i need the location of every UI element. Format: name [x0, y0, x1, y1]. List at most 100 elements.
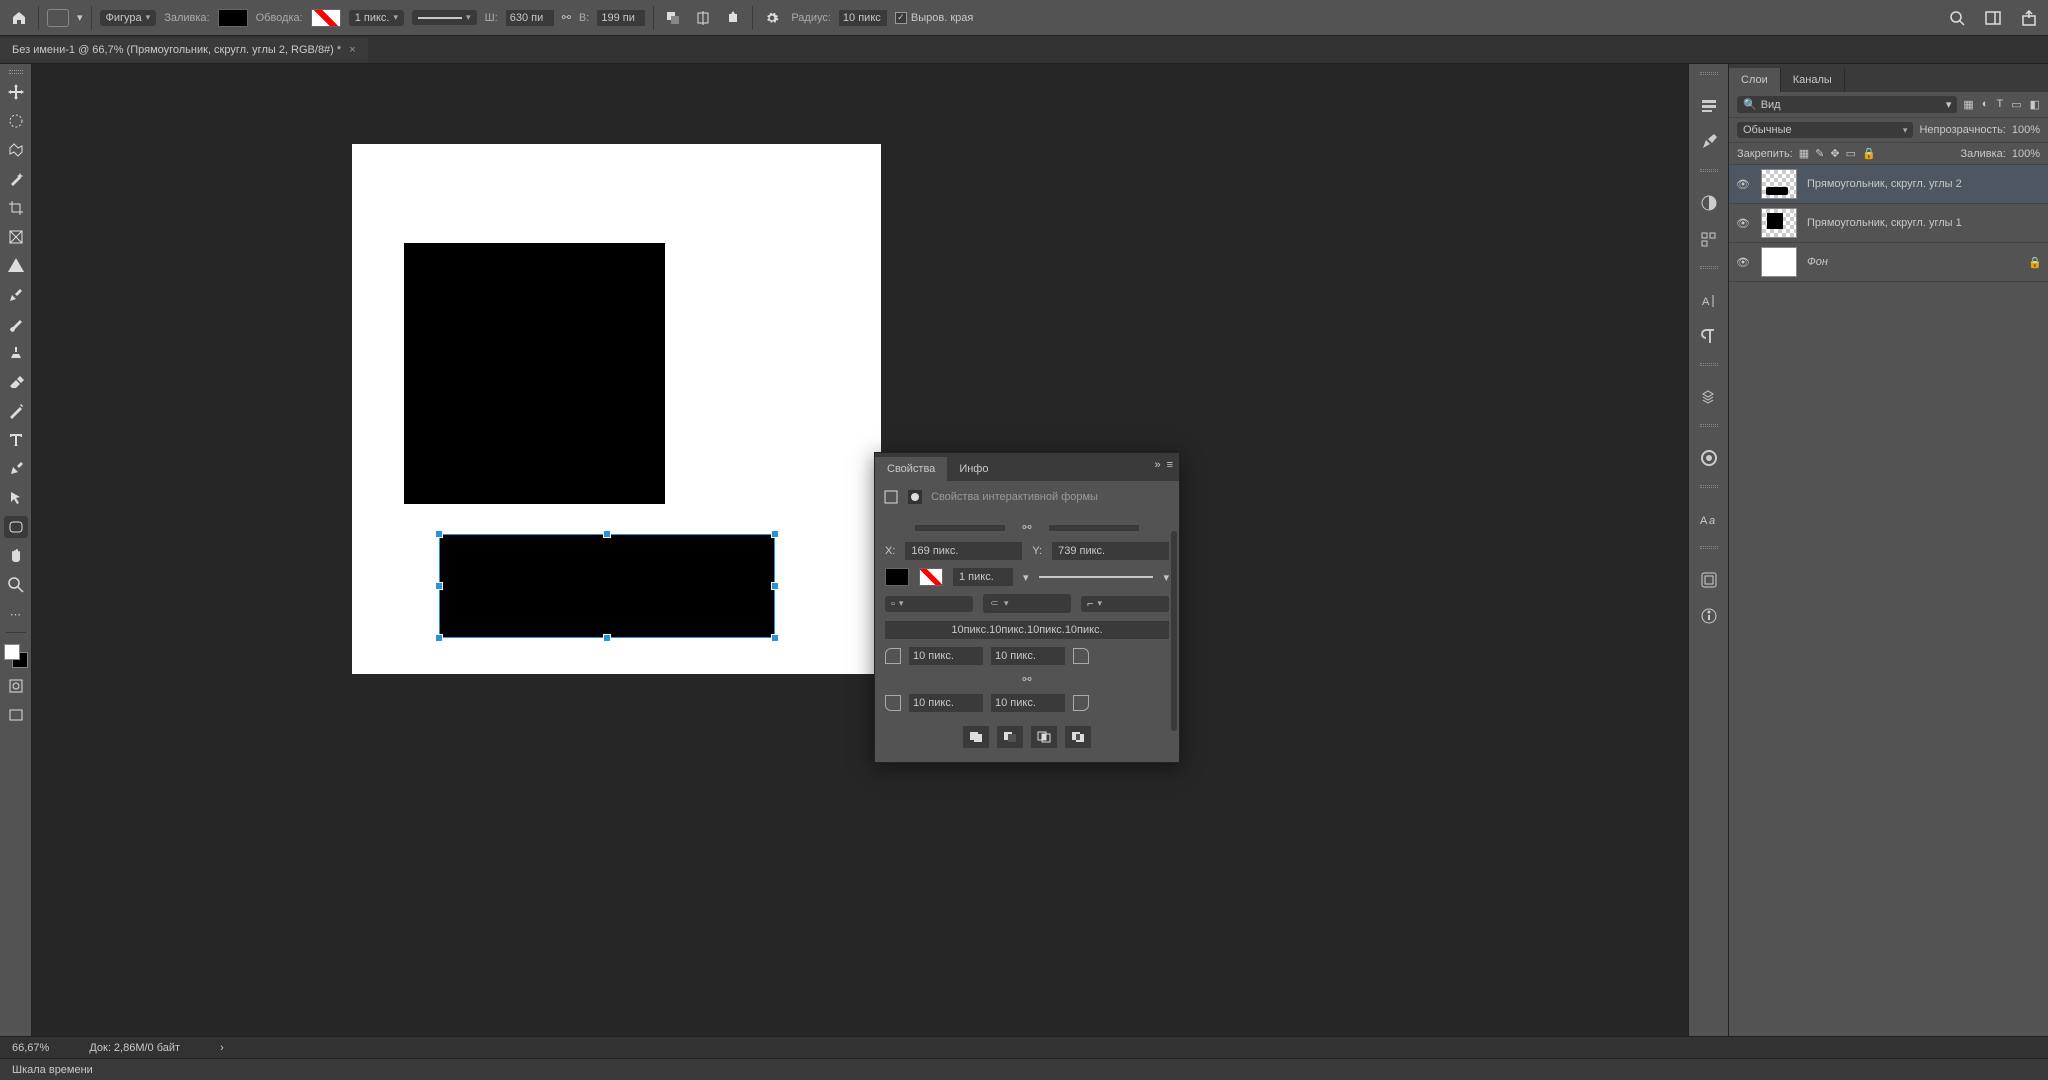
width-field[interactable]: 630 пи	[506, 10, 554, 26]
fill-swatch[interactable]	[885, 568, 909, 586]
lasso-tool[interactable]	[4, 139, 28, 161]
path-op-subtract[interactable]	[997, 726, 1023, 748]
chevron-down-icon[interactable]: ▾	[1163, 571, 1169, 584]
layer-row[interactable]: 👁 Фон 🔒	[1729, 243, 2048, 282]
chevron-right-icon[interactable]: ›	[220, 1042, 224, 1054]
corner-tl-field[interactable]	[909, 647, 983, 665]
x-field[interactable]: 169 пикс.	[905, 542, 1022, 560]
path-operations-icon[interactable]	[662, 7, 684, 29]
chevron-down-icon[interactable]: ▾	[77, 11, 83, 24]
tab-properties[interactable]: Свойства	[875, 457, 947, 481]
drag-handle-icon[interactable]	[1700, 266, 1718, 269]
search-icon[interactable]	[1946, 7, 1968, 29]
stroke-width-field[interactable]: 1 пикс. ▾	[349, 10, 404, 26]
timeline-panel[interactable]: Шкала времени	[0, 1058, 2048, 1080]
lock-transparency-icon[interactable]: ▦	[1799, 147, 1809, 160]
align-edges-checkbox[interactable]: ✓ Выров. края	[895, 12, 973, 24]
collapse-icon[interactable]: »	[1154, 459, 1160, 471]
link-corners-icon[interactable]: ⚯	[1015, 673, 1039, 686]
brush-tool[interactable]	[4, 313, 28, 335]
layer-filter-dropdown[interactable]: 🔍 Вид ▾	[1737, 96, 1957, 113]
radius-field[interactable]: 10 пикс	[839, 10, 887, 26]
height-field[interactable]: 199 пи	[597, 10, 645, 26]
share-icon[interactable]	[2018, 7, 2040, 29]
character-panel-icon[interactable]: A	[1700, 291, 1718, 309]
move-tool[interactable]	[4, 81, 28, 103]
corner-br-field[interactable]	[991, 694, 1065, 712]
drag-handle-icon[interactable]	[1700, 169, 1718, 172]
scrollbar[interactable]	[1171, 531, 1177, 731]
canvas-area[interactable]: Свойства Инфо » ≡ Свойства интерактивной…	[32, 64, 1688, 1036]
edit-toolbar[interactable]: ⋯	[4, 603, 28, 625]
foreground-background-colors[interactable]	[4, 644, 28, 668]
marquee-tool[interactable]	[4, 110, 28, 132]
zoom-level[interactable]: 66,67%	[12, 1042, 49, 1054]
rounded-rectangle-tool[interactable]	[4, 516, 28, 538]
path-op-exclude[interactable]	[1065, 726, 1091, 748]
tab-info[interactable]: Инфо	[947, 457, 1000, 481]
link-icon[interactable]: ⚯	[1015, 521, 1039, 534]
layer-row[interactable]: 👁 Прямоугольник, скругл. углы 2	[1729, 165, 2048, 204]
filter-type-icon[interactable]: T	[1996, 98, 2003, 111]
lock-icon[interactable]: 🔒	[2028, 256, 2042, 269]
stroke-align-dropdown[interactable]: ▫▾	[885, 596, 973, 612]
panel-menu-icon[interactable]: ≡	[1167, 459, 1173, 471]
stroke-caps-dropdown[interactable]: ⸦▾	[983, 594, 1071, 613]
filter-adjust-icon[interactable]: ◐	[1982, 98, 1989, 111]
pen-tool[interactable]	[4, 458, 28, 480]
drag-handle-icon[interactable]	[1700, 424, 1718, 427]
corner-tr-field[interactable]	[991, 647, 1065, 665]
path-op-combine[interactable]	[963, 726, 989, 748]
visibility-icon[interactable]: 👁	[1735, 217, 1751, 230]
stroke-type-dropdown[interactable]: ▾	[412, 10, 477, 25]
learn-panel-icon[interactable]	[1700, 571, 1718, 589]
eyedropper-tool[interactable]	[4, 255, 28, 277]
y-field[interactable]: 739 пикс.	[1052, 542, 1169, 560]
shape-tool-preset[interactable]	[47, 7, 69, 29]
filter-shape-icon[interactable]: ▭	[2011, 98, 2021, 111]
drag-handle-icon[interactable]	[1700, 485, 1718, 488]
fill-value[interactable]: 100%	[2012, 148, 2040, 160]
shape-rectangle-1[interactable]	[404, 243, 665, 504]
magic-wand-tool[interactable]	[4, 168, 28, 190]
frame-tool[interactable]	[4, 226, 28, 248]
drag-handle-icon[interactable]	[1700, 546, 1718, 549]
radii-summary[interactable]: 10пикс.10пикс.10пикс.10пикс.	[885, 621, 1169, 639]
modifiers-panel-icon[interactable]	[1700, 388, 1718, 406]
stroke-swatch[interactable]	[311, 9, 341, 27]
glyphs-panel-icon[interactable]: Aa	[1699, 510, 1719, 528]
eraser-tool[interactable]	[4, 371, 28, 393]
drag-handle-icon[interactable]	[1700, 72, 1718, 75]
lock-position-icon[interactable]: ✥	[1830, 147, 1839, 160]
stroke-corners-dropdown[interactable]: ⌐▾	[1081, 596, 1169, 612]
styles-panel-icon[interactable]	[1700, 230, 1718, 248]
gear-icon[interactable]	[761, 7, 783, 29]
history-panel-icon[interactable]	[1700, 97, 1718, 115]
fill-swatch[interactable]	[218, 9, 248, 27]
tab-channels[interactable]: Каналы	[1781, 68, 1845, 92]
lock-all-icon[interactable]: 🔒	[1862, 147, 1876, 160]
screen-mode-icon[interactable]	[4, 704, 28, 726]
link-wh-icon[interactable]: ⚯	[562, 11, 571, 24]
home-icon[interactable]	[8, 7, 30, 29]
hand-tool[interactable]	[4, 545, 28, 567]
stroke-swatch[interactable]	[919, 568, 943, 586]
shape-rectangle-2-selected[interactable]	[439, 534, 775, 638]
workspace-icon[interactable]	[1982, 7, 2004, 29]
filter-pixel-icon[interactable]: ▦	[1963, 98, 1973, 111]
lock-artboard-icon[interactable]: ▭	[1846, 147, 1856, 160]
healing-brush-tool[interactable]	[4, 284, 28, 306]
stroke-style-dropdown[interactable]	[1039, 576, 1154, 578]
chevron-down-icon[interactable]: ▾	[1023, 571, 1029, 584]
filter-smart-icon[interactable]: ◧	[2030, 98, 2040, 111]
paragraph-panel-icon[interactable]	[1700, 327, 1718, 345]
close-icon[interactable]: ×	[349, 44, 355, 56]
zoom-tool[interactable]	[4, 574, 28, 596]
corner-bl-field[interactable]	[909, 694, 983, 712]
type-tool[interactable]	[4, 429, 28, 451]
doc-size[interactable]: Док: 2,86M/0 байт	[89, 1042, 180, 1054]
path-arrange-icon[interactable]	[722, 7, 744, 29]
document-tab[interactable]: Без имени-1 @ 66,7% (Прямоугольник, скру…	[0, 38, 368, 62]
path-selection-tool[interactable]	[4, 487, 28, 509]
info-panel-icon[interactable]	[1700, 607, 1718, 625]
